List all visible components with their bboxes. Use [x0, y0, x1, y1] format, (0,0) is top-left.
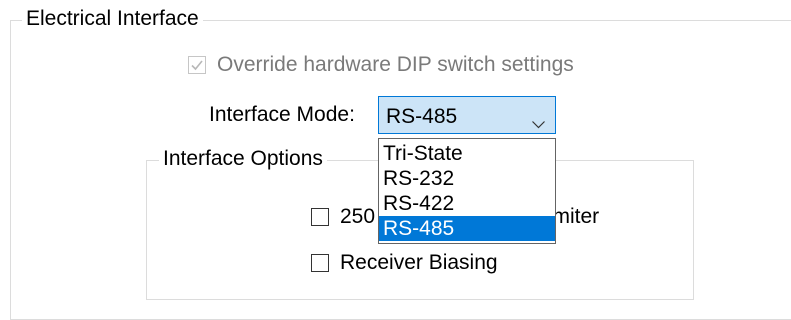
- dropdown-option-rs-422[interactable]: RS-422: [379, 191, 555, 216]
- interface-mode-combobox[interactable]: RS-485: [378, 96, 556, 134]
- receiver-biasing-label: Receiver Biasing: [340, 251, 498, 274]
- dropdown-option-rs-485[interactable]: RS-485: [379, 216, 555, 241]
- electrical-interface-legend: Electrical Interface: [22, 7, 203, 31]
- checkbox-checked-icon: [188, 56, 206, 74]
- receiver-biasing-checkbox[interactable]: Receiver Biasing: [311, 251, 498, 275]
- dropdown-option-tri-state[interactable]: Tri-State: [379, 141, 555, 166]
- interface-options-legend: Interface Options: [159, 147, 327, 171]
- chevron-down-icon: [532, 111, 545, 135]
- interface-mode-label: Interface Mode:: [209, 103, 355, 126]
- interface-mode-value: RS-485: [386, 105, 458, 128]
- dropdown-option-rs-232[interactable]: RS-232: [379, 166, 555, 191]
- override-dip-switch-checkbox[interactable]: Override hardware DIP switch settings: [188, 53, 574, 77]
- checkbox-unchecked-icon: [311, 254, 329, 272]
- interface-mode-dropdown-list: Tri-State RS-232 RS-422 RS-485: [378, 138, 556, 244]
- checkbox-unchecked-icon: [311, 208, 329, 226]
- override-dip-switch-label: Override hardware DIP switch settings: [217, 53, 574, 76]
